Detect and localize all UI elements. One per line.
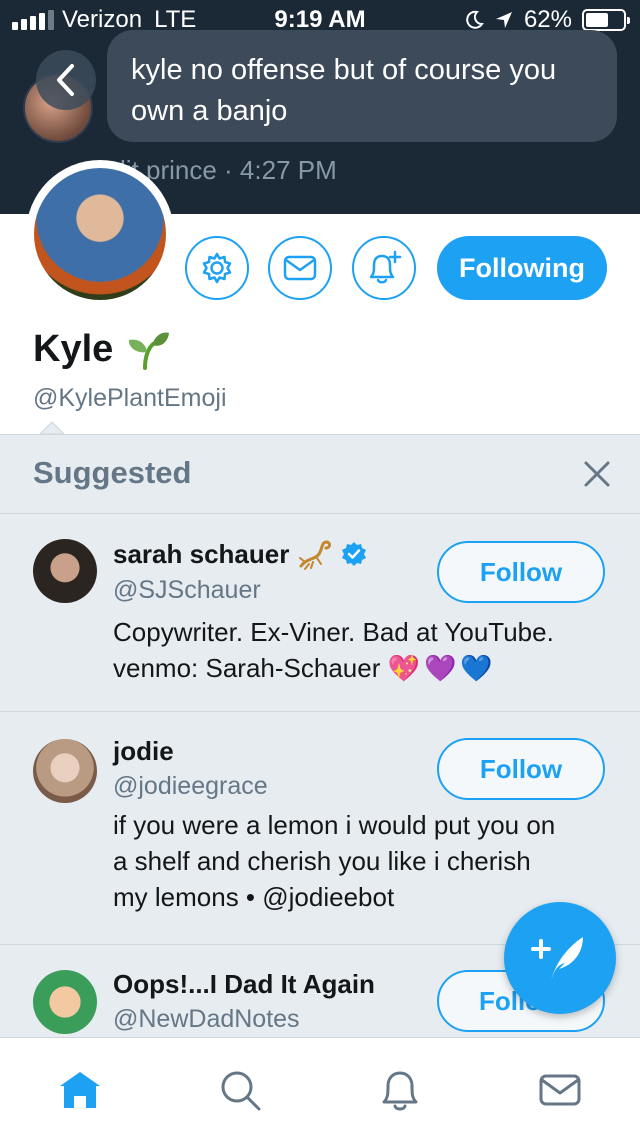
profile-handle: @KylePlantEmoji (33, 384, 227, 412)
account-bio-line: if you were a lemon i would put you on (113, 810, 556, 840)
bell-plus-icon (369, 250, 402, 284)
account-name: jodie (113, 736, 174, 766)
account-name: Oops!...I Dad It Again (113, 969, 375, 999)
account-handle: @SJSchauer (113, 576, 261, 604)
messages-envelope-icon[interactable] (538, 1068, 582, 1112)
suggested-account-card[interactable]: sarah schauer @SJSchauer Copywriter. Ex-… (0, 514, 640, 712)
account-bio-line: a shelf and cherish you like i cherish (113, 846, 531, 876)
suggested-title: Suggested (33, 455, 192, 490)
account-avatar[interactable] (33, 970, 97, 1034)
bottom-tab-bar (0, 1037, 640, 1136)
profile-avatar-ring (26, 160, 174, 308)
suggested-header: Suggested (0, 435, 640, 514)
account-handle: @NewDadNotes (113, 1005, 300, 1033)
location-arrow-icon (495, 12, 512, 28)
envelope-icon (283, 255, 317, 281)
profile-header: Following Kyle @KylePlantEmoji (0, 160, 640, 434)
account-bio: if you were a lemon i would put you on a… (113, 807, 613, 915)
settings-button[interactable] (185, 236, 249, 300)
moon-icon (466, 10, 484, 29)
close-icon[interactable] (580, 457, 614, 491)
compose-tweet-button[interactable] (504, 902, 616, 1014)
hearts-emoji: 💖💜💙 (387, 654, 497, 684)
verified-badge-icon (342, 542, 367, 566)
account-bio-line: Copywriter. Ex-Viner. Bad at YouTube. (113, 617, 554, 647)
follow-button[interactable]: Follow (437, 541, 605, 603)
search-icon[interactable] (218, 1068, 262, 1112)
account-bio-line: venmo: Sarah-Schauer 💖💜💙 (113, 650, 613, 687)
account-name: sarah schauer (113, 538, 367, 570)
follow-button[interactable]: Follow (437, 738, 605, 800)
profile-avatar[interactable] (34, 168, 166, 300)
seedling-emoji-icon (129, 332, 170, 370)
notifications-bell-icon[interactable] (378, 1068, 422, 1112)
battery-icon (582, 9, 630, 31)
scorpion-emoji-icon (299, 540, 332, 570)
account-avatar[interactable] (33, 539, 97, 603)
gear-icon (202, 252, 232, 284)
dm-message-bubble[interactable]: kyle no offense but of course you own a … (107, 30, 617, 142)
back-button[interactable] (36, 50, 96, 110)
profile-name: Kyle (33, 328, 171, 371)
account-bio-text: venmo: Sarah-Schauer (113, 653, 381, 683)
compose-feather-plus-icon (531, 937, 583, 981)
account-bio: Copywriter. Ex-Viner. Bad at YouTube. ve… (113, 614, 613, 687)
message-button[interactable] (268, 236, 332, 300)
notifications-subscribe-button[interactable] (352, 236, 416, 300)
following-button[interactable]: Following (437, 236, 607, 300)
account-name-text: sarah schauer (113, 538, 290, 569)
suggested-pointer (40, 421, 64, 434)
account-handle: @jodieegrace (113, 772, 268, 800)
account-avatar[interactable] (33, 739, 97, 803)
chevron-left-icon (57, 64, 74, 96)
profile-name-text: Kyle (33, 328, 114, 370)
home-icon[interactable] (58, 1068, 102, 1112)
